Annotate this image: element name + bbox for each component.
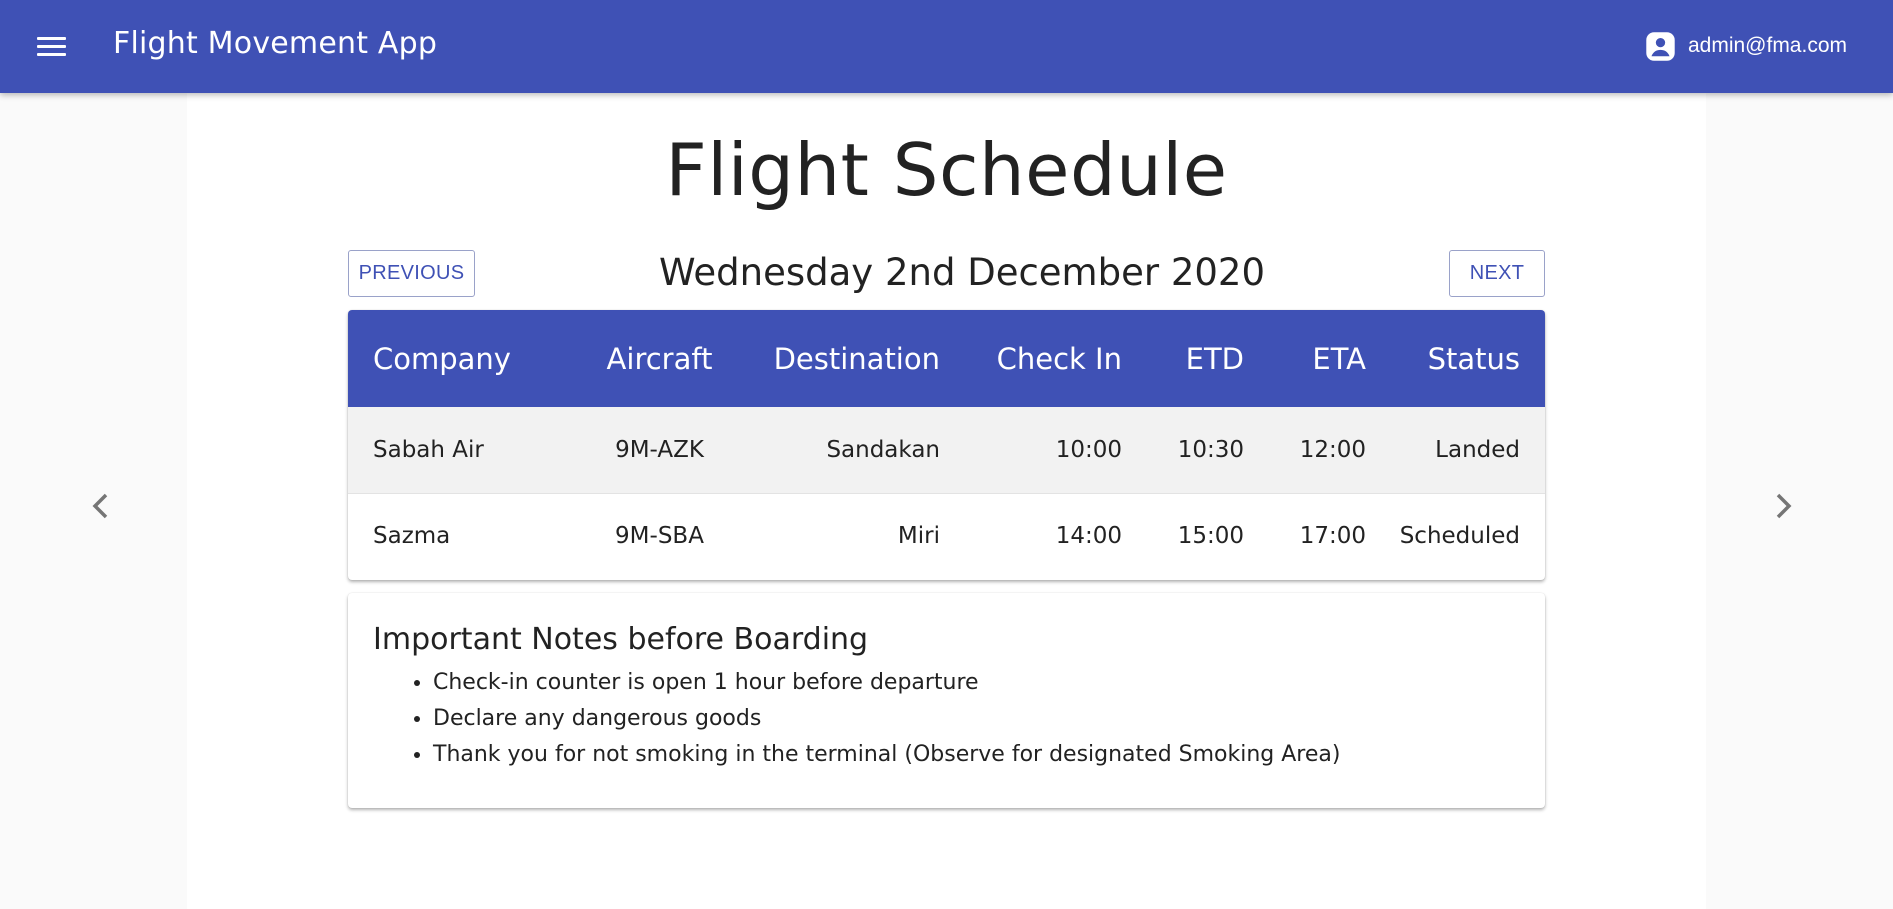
- cell-eta: 12:00: [1299, 436, 1366, 463]
- cell-status: Scheduled: [1366, 492, 1545, 579]
- cell-aircraft: 9M-AZK: [615, 436, 704, 463]
- carousel-previous-button[interactable]: [82, 486, 122, 526]
- list-item: Check-in counter is open 1 hour before d…: [433, 665, 1340, 701]
- cell-etd: 10:30: [1177, 436, 1244, 463]
- column-header-check-in[interactable]: Check In: [940, 310, 1122, 407]
- cell-check-in: 14:00: [940, 492, 1122, 579]
- list-item: Thank you for not smoking in the termina…: [433, 737, 1340, 773]
- cell-destination: Sandakan: [826, 436, 940, 463]
- user-account-button[interactable]: admin@fma.com: [1645, 30, 1847, 62]
- page-title: Flight Schedule: [665, 128, 1228, 212]
- column-header-company[interactable]: Company: [348, 310, 572, 407]
- app-bar: Flight Movement App admin@fma.com: [0, 0, 1893, 93]
- cell-etd: 15:00: [1122, 492, 1244, 579]
- column-header-aircraft[interactable]: Aircraft: [572, 310, 747, 407]
- cell-check-in: 10:00: [1055, 436, 1122, 463]
- cell-eta: 17:00: [1244, 492, 1366, 579]
- account-circle-icon: [1646, 31, 1675, 61]
- column-header-destination[interactable]: Destination: [747, 310, 940, 407]
- hamburger-menu-icon[interactable]: [36, 30, 68, 62]
- cell-destination: Miri: [747, 492, 940, 579]
- boarding-notes-card: Important Notes before Boarding Check-in…: [348, 593, 1545, 808]
- column-header-eta[interactable]: ETA: [1244, 310, 1366, 407]
- table-row[interactable]: Sabah Air 9M-AZK Sandakan 10:00 10:30 12…: [348, 407, 1545, 493]
- cell-company: Sazma: [348, 492, 572, 579]
- column-header-etd[interactable]: ETD: [1122, 310, 1244, 407]
- user-email: admin@fma.com: [1687, 34, 1847, 57]
- notes-title: Important Notes before Boarding: [373, 622, 869, 657]
- notes-list: Check-in counter is open 1 hour before d…: [373, 665, 1340, 773]
- app-title: Flight Movement App: [113, 26, 438, 61]
- cell-status: Landed: [1435, 436, 1520, 463]
- table-row[interactable]: Sazma 9M-SBA Miri 14:00 15:00 17:00 Sche…: [348, 492, 1545, 579]
- flight-schedule-table: Company Aircraft Destination Check In ET…: [348, 310, 1545, 580]
- cell-aircraft: 9M-SBA: [572, 492, 747, 579]
- cell-company: Sabah Air: [373, 436, 484, 463]
- previous-day-button[interactable]: PREVIOUS: [348, 250, 475, 297]
- list-item: Declare any dangerous goods: [433, 701, 1340, 737]
- table-header-row: Company Aircraft Destination Check In ET…: [348, 310, 1545, 407]
- chevron-right-icon: [1776, 493, 1792, 519]
- chevron-left-icon: [92, 493, 108, 519]
- carousel-next-button[interactable]: [1762, 486, 1802, 526]
- schedule-date: Wednesday 2nd December 2020: [658, 251, 1265, 294]
- next-day-button[interactable]: NEXT: [1449, 250, 1545, 297]
- column-header-status[interactable]: Status: [1366, 310, 1545, 407]
